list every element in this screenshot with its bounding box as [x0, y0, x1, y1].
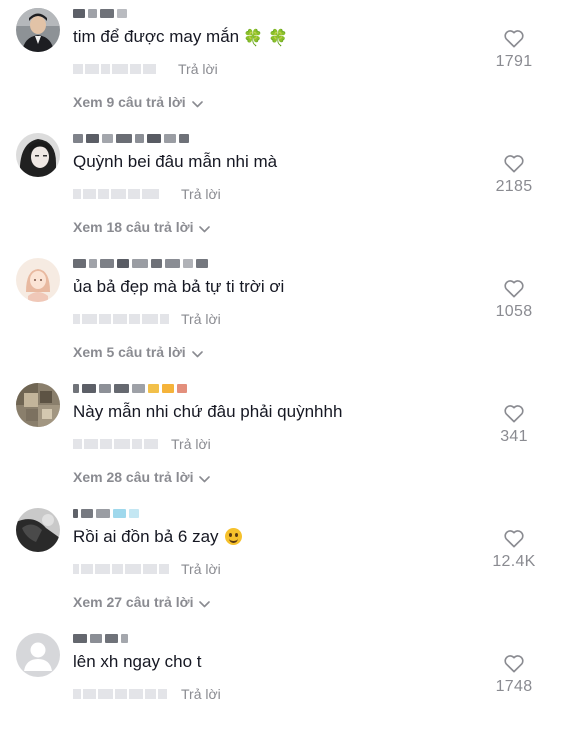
like-button[interactable]: 1058 [484, 278, 544, 321]
view-replies-label: Xem 27 câu trả lời [73, 594, 194, 610]
reply-button[interactable]: Trả lời [181, 561, 221, 577]
chevron-down-icon [199, 476, 211, 483]
like-button[interactable]: 1748 [484, 653, 544, 696]
avatar[interactable] [16, 258, 60, 302]
comment-item: tim để được may mắn 🍀 🍀 Trả lời Xem 9 câu… [0, 0, 568, 125]
like-button[interactable]: 12.4K [484, 528, 544, 571]
chevron-down-icon [199, 601, 211, 608]
clover-emoji-icon: 🍀 🍀 [243, 28, 289, 47]
view-replies-label: Xem 9 câu trả lời [73, 94, 186, 110]
view-replies-label: Xem 18 câu trả lời [73, 219, 194, 235]
comment-item: Quỳnh bei đâu mẫn nhi mà Trả lời Xem 18 … [0, 125, 568, 250]
username-redacted[interactable] [73, 508, 139, 519]
comment-text: Quỳnh bei đâu mẫn nhi mà [73, 151, 277, 173]
chevron-down-icon [199, 226, 211, 233]
comment-meta [73, 188, 159, 200]
timestamp-redacted [73, 64, 156, 74]
comment-item: Rồi ai đồn bả 6 zay Trả lời Xem 27 câu t… [0, 500, 568, 625]
view-replies-button[interactable]: Xem 18 câu trả lời [73, 218, 211, 236]
heart-outline-icon [504, 405, 524, 423]
comment-text-content: lên xh ngay cho t [73, 652, 202, 671]
like-count: 1058 [495, 303, 533, 320]
view-replies-button[interactable]: Xem 27 câu trả lời [73, 593, 211, 611]
username-redacted[interactable] [73, 258, 208, 269]
avatar[interactable] [16, 633, 60, 677]
heart-outline-icon [504, 30, 524, 48]
avatar[interactable] [16, 383, 60, 427]
comment-meta [73, 688, 167, 700]
like-count: 1791 [495, 53, 533, 70]
like-count: 12.4K [492, 553, 536, 570]
avatar[interactable] [16, 133, 60, 177]
timestamp-redacted [73, 314, 169, 324]
like-count: 2185 [495, 178, 533, 195]
person-silhouette-icon [16, 633, 60, 677]
timestamp-redacted [73, 564, 169, 574]
reply-button[interactable]: Trả lời [181, 186, 221, 202]
view-replies-button[interactable]: Xem 9 câu trả lời [73, 93, 203, 111]
avatar[interactable] [16, 8, 60, 52]
avatar-image [16, 258, 60, 302]
username-redacted[interactable] [73, 133, 189, 144]
comment-text-content: tim để được may mắn [73, 27, 240, 46]
like-button[interactable]: 341 [484, 403, 544, 446]
avatar-image [16, 508, 60, 552]
chevron-down-icon [191, 101, 203, 108]
view-replies-button[interactable]: Xem 5 câu trả lời [73, 343, 203, 361]
comment-item: ủa bả đẹp mà bả tự ti trời ơi Trả lời Xe… [0, 250, 568, 375]
avatar-image [16, 383, 60, 427]
like-count: 341 [500, 428, 528, 445]
comment-meta [73, 313, 169, 325]
heart-outline-icon [504, 280, 524, 298]
reply-button[interactable]: Trả lời [181, 311, 221, 327]
comment-meta [73, 63, 156, 75]
reply-button[interactable]: Trả lời [171, 436, 211, 452]
comment-meta [73, 438, 158, 450]
username-redacted[interactable] [73, 633, 128, 644]
comment-text: Rồi ai đồn bả 6 zay [73, 526, 242, 548]
comment-meta [73, 563, 169, 575]
heart-outline-icon [504, 155, 524, 173]
comment-text: Này mẫn nhi chứ đâu phải quỳnhhh [73, 401, 342, 423]
username-redacted[interactable] [73, 383, 187, 394]
timestamp-redacted [73, 189, 159, 199]
like-button[interactable]: 2185 [484, 153, 544, 196]
like-count: 1748 [495, 678, 533, 695]
avatar-image [16, 8, 60, 52]
username-redacted[interactable] [73, 8, 127, 19]
comment-text-content: Rồi ai đồn bả 6 zay [73, 527, 219, 546]
smiley-emoji-icon [224, 528, 242, 545]
view-replies-button[interactable]: Xem 28 câu trả lời [73, 468, 211, 486]
comment-text-content: ủa bả đẹp mà bả tự ti trời ơi [73, 277, 285, 296]
view-replies-label: Xem 5 câu trả lời [73, 344, 186, 360]
reply-button[interactable]: Trả lời [181, 686, 221, 702]
timestamp-redacted [73, 689, 167, 699]
comment-text: ủa bả đẹp mà bả tự ti trời ơi [73, 276, 284, 298]
comment-text-content: Quỳnh bei đâu mẫn nhi mà [73, 152, 278, 171]
heart-outline-icon [504, 655, 524, 673]
comment-text: lên xh ngay cho t [73, 651, 202, 673]
chevron-down-icon [191, 351, 203, 358]
view-replies-label: Xem 28 câu trả lời [73, 469, 194, 485]
reply-button[interactable]: Trả lời [178, 61, 218, 77]
heart-outline-icon [504, 530, 524, 548]
comment-item: Này mẫn nhi chứ đâu phải quỳnhhh Trả lời… [0, 375, 568, 500]
timestamp-redacted [73, 439, 158, 449]
comment-item: lên xh ngay cho t Trả lời 1748 [0, 625, 568, 750]
like-button[interactable]: 1791 [484, 28, 544, 71]
comment-text-content: Này mẫn nhi chứ đâu phải quỳnhhh [73, 402, 343, 421]
avatar[interactable] [16, 508, 60, 552]
comment-text: tim để được may mắn 🍀 🍀 [73, 26, 288, 49]
avatar-image [16, 133, 60, 177]
